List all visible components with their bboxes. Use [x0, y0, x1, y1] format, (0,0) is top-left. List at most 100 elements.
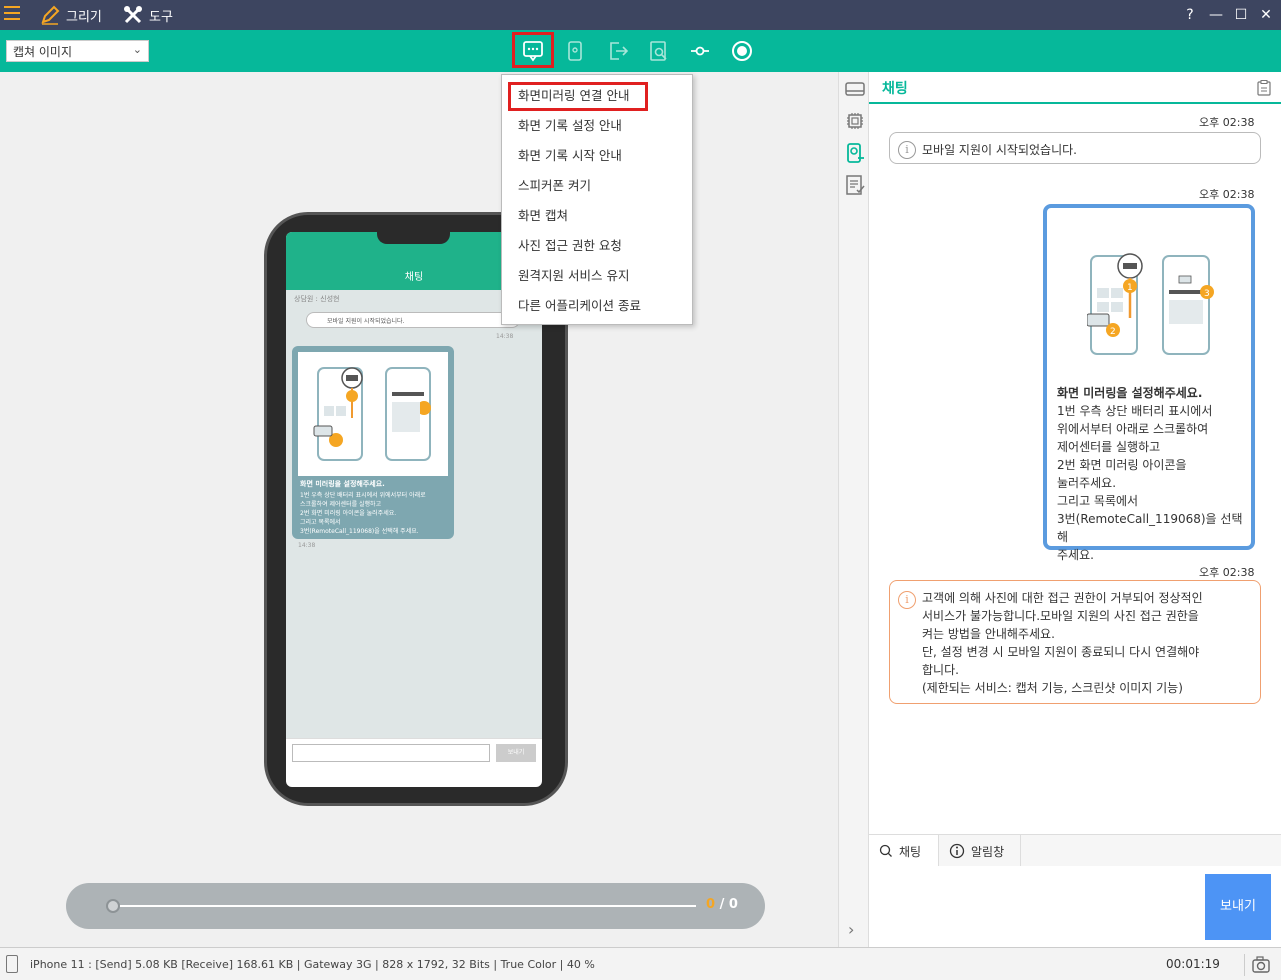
dropdown-item-screen-capture[interactable]: 화면 캡쳐: [518, 205, 568, 227]
chip-icon[interactable]: [844, 110, 866, 132]
permission-warning-message: i 고객에 의해 사진에 대한 접근 권한이 거부되어 정상적인 서비스가 불가…: [889, 580, 1261, 704]
agent-guide-bubble-text: 화면 미러링을 설정해주세요. 1번 우측 상단 배터리 표시에서 위에서부터 …: [1057, 384, 1253, 564]
playback-knob[interactable]: [106, 899, 120, 913]
permission-warning-text: 고객에 의해 사진에 대한 접근 권한이 거부되어 정상적인 서비스가 불가능합…: [922, 589, 1252, 697]
dropdown-item-photo-permission[interactable]: 사진 접근 권한 요청: [518, 235, 622, 257]
dropdown-item-mirroring-guide[interactable]: 화면미러링 연결 안내: [518, 85, 629, 107]
message-time: 오후 02:38: [1199, 188, 1255, 201]
agent-guide-line: 눌러주세요.: [1057, 476, 1117, 490]
agent-guide-line: 주세요.: [1057, 548, 1094, 562]
mobile-device-icon: [6, 955, 18, 973]
record-icon: [732, 41, 752, 61]
phone-send-button[interactable]: 보내기: [496, 744, 536, 762]
camera-button[interactable]: [1244, 954, 1274, 976]
mobile-support-icon[interactable]: [844, 142, 866, 164]
chevron-right-icon[interactable]: ›: [848, 920, 854, 939]
session-timer: 00:01:19: [1166, 957, 1220, 971]
link-node-icon: [691, 46, 709, 56]
agent-guide-bubble-title: 화면 미러링을 설정해주세요.: [1057, 386, 1203, 400]
message-time: 오후 02:38: [1199, 566, 1255, 579]
tab-notice[interactable]: 알림창: [939, 835, 1021, 867]
hamburger-menu-icon[interactable]: [4, 6, 20, 22]
checklist-icon[interactable]: [844, 174, 866, 196]
warning-line: 서비스가 불가능합니다.모바일 지원의 사진 접근 권한을: [922, 609, 1199, 623]
svg-text:1: 1: [1127, 283, 1133, 293]
phone-message-time: 14:38: [496, 333, 514, 340]
maximize-button[interactable]: ☐: [1231, 5, 1251, 25]
dropdown-item-speakerphone[interactable]: 스피커폰 켜기: [518, 175, 591, 197]
status-text: iPhone 11 : [Send] 5.08 KB [Receive] 168…: [30, 958, 595, 971]
help-button[interactable]: ?: [1180, 5, 1200, 25]
agent-guide-bubble: 1 2 3 화면 미러링을 설정해주세요. 1번 우측 상단 배터리 표시에서 …: [1043, 204, 1255, 562]
svg-text:3: 3: [1204, 289, 1210, 299]
title-bar: 그리기 도구 ? — ☐ ✕: [0, 0, 1281, 30]
playback-track[interactable]: [112, 905, 696, 907]
phone-guide-line: 1번 우측 상단 배터리 표시에서 위에서부터 아래로: [300, 492, 426, 499]
capture-mode-select[interactable]: 캡쳐 이미지 ⌄: [6, 40, 149, 62]
search-icon: [879, 844, 892, 857]
tab-notice-label: 알림창: [971, 844, 1005, 859]
draw-menu-button[interactable]: 그리기: [40, 4, 102, 26]
chat-message-input[interactable]: [869, 866, 1199, 946]
speech-bubble-icon: [523, 41, 543, 62]
chat-guide-button[interactable]: [520, 38, 546, 64]
chat-header: 채팅: [869, 72, 1281, 104]
clipboard-icon[interactable]: [1257, 80, 1271, 96]
connection-button[interactable]: [687, 38, 713, 64]
warning-line: 단, 설정 변경 시 모바일 지원이 종료되니 다시 연결해야: [922, 645, 1200, 659]
search-device-button[interactable]: [646, 38, 672, 64]
info-circle-icon: [949, 843, 965, 859]
warning-line: 켜는 방법을 안내해주세요.: [922, 627, 1055, 641]
agent-guide-line: 3번(RemoteCall_119068)을 선택해: [1057, 512, 1243, 544]
dropdown-item-keep-service[interactable]: 원격지원 서비스 유지: [518, 265, 629, 287]
phone-chat-input[interactable]: [292, 744, 490, 762]
phone-counselor-label: 상담원 : 신성현: [294, 295, 340, 303]
record-button[interactable]: [729, 38, 755, 64]
info-icon: i: [898, 141, 916, 159]
tools-menu-label: 도구: [149, 9, 173, 25]
agent-guide-line: 위에서부터 아래로 스크롤하여: [1057, 422, 1209, 436]
svg-text:2: 2: [1110, 327, 1116, 337]
search-document-icon: [650, 41, 667, 61]
phone-guide-bubble-title: 화면 미러링을 설정해주세요.: [300, 480, 385, 488]
warning-line: 고객에 의해 사진에 대한 접근 권한이 거부되어 정상적인: [922, 591, 1203, 605]
exit-arrow-icon: [610, 42, 629, 60]
dropdown-item-close-other-apps[interactable]: 다른 어플리케이션 종료: [518, 295, 641, 317]
chat-guide-dropdown: 화면미러링 연결 안내 화면 기록 설정 안내 화면 기록 시작 안내 스피커폰…: [501, 74, 693, 325]
camera-icon: [1252, 956, 1270, 973]
phone-icon: [568, 41, 582, 61]
hard-drive-icon[interactable]: [844, 78, 866, 100]
phone-system-message: 모바일 지원이 시작되었습니다.: [306, 312, 520, 328]
tab-chat-label: 채팅: [899, 844, 922, 859]
agent-guide-line: 그리고 목록에서: [1057, 494, 1139, 508]
toolbar: 캡쳐 이미지 ⌄: [0, 30, 1281, 72]
tab-chat[interactable]: 채팅: [869, 835, 939, 867]
phone-guide-bubble-text: 화면 미러링을 설정해주세요. 1번 우측 상단 배터리 표시에서 위에서부터 …: [300, 480, 452, 536]
phone-guide-line: 2번 화면 미러링 아이콘을 눌러주세요.: [300, 510, 397, 517]
side-icon-column: ›: [838, 72, 869, 947]
device-button[interactable]: [562, 38, 588, 64]
agent-guide-line: 1번 우측 상단 배터리 표시에서: [1057, 404, 1213, 418]
chat-panel: 채팅 오후 02:38 i 모바일 지원이 시작되었습니다. 오후 02:38 …: [869, 72, 1281, 947]
minimize-button[interactable]: —: [1206, 5, 1226, 25]
warning-info-icon: i: [898, 591, 916, 609]
system-message: i 모바일 지원이 시작되었습니다.: [889, 132, 1261, 164]
pencil-icon: [41, 5, 60, 25]
draw-menu-label: 그리기: [66, 9, 102, 25]
export-button[interactable]: [605, 38, 631, 64]
warning-line: 합니다.: [922, 663, 959, 677]
dropdown-item-record-start-guide[interactable]: 화면 기록 시작 안내: [518, 145, 622, 167]
close-button[interactable]: ✕: [1256, 5, 1276, 25]
phone-guide-line: 스크롤하여 제어센터를 실행하고: [300, 501, 382, 508]
chevron-down-icon: ⌄: [132, 43, 142, 56]
dropdown-item-record-settings-guide[interactable]: 화면 기록 설정 안내: [518, 115, 622, 137]
send-button[interactable]: 보내기: [1205, 874, 1271, 940]
system-message-text: 모바일 지원이 시작되었습니다.: [922, 143, 1077, 157]
warning-line: (제한되는 서비스: 캡처 기능, 스크린샷 이미지 기능): [922, 681, 1183, 695]
phone-message-time: 14:38: [298, 542, 316, 549]
phone-guide-line: 3번(RemoteCall_119068)을 선택해 주세요.: [300, 528, 419, 535]
agent-guide-line: 제어센터를 실행하고: [1057, 440, 1161, 454]
phone-guide-line: 그리고 목록에서: [300, 519, 341, 526]
tools-menu-button[interactable]: 도구: [123, 4, 173, 26]
phone-guide-bubble: 화면 미러링을 설정해주세요. 1번 우측 상단 배터리 표시에서 위에서부터 …: [292, 346, 454, 539]
